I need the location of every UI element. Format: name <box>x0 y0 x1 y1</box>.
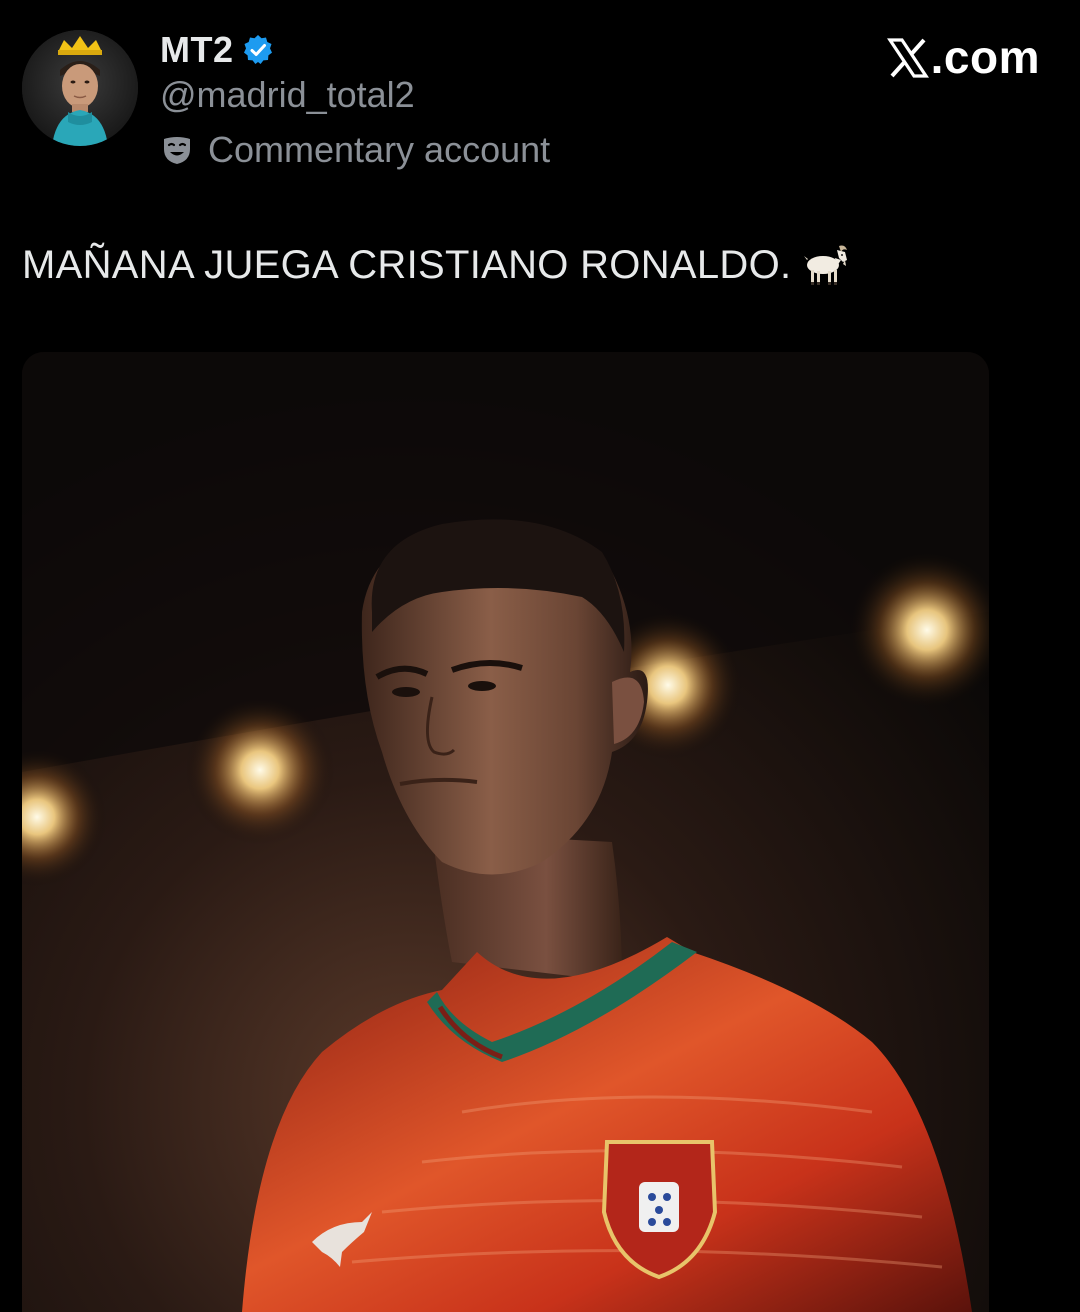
account-label-text: Commentary account <box>208 129 551 170</box>
tweet-text: MAÑANA JUEGA CRISTIANO RONALDO. <box>22 242 792 287</box>
author-name-row[interactable]: MT2 <box>160 28 274 72</box>
author-handle[interactable]: @madrid_total2 <box>160 74 415 116</box>
tweet-body: MAÑANA JUEGA CRISTIANO RONALDO. <box>22 240 851 290</box>
verified-badge-icon <box>242 34 274 66</box>
display-name[interactable]: MT2 <box>160 29 234 71</box>
tweet-header: MT2 @madrid_total2 Commentary account .c… <box>0 0 1080 200</box>
x-logo-icon <box>886 36 929 78</box>
tweet-media-image[interactable] <box>22 352 989 1312</box>
brand-text: .com <box>930 31 1040 83</box>
brand-watermark: .com <box>886 30 1040 84</box>
avatar-photo-icon <box>22 30 138 146</box>
player-photo-icon <box>22 352 989 1312</box>
commentary-mask-icon <box>160 133 194 167</box>
goat-icon <box>801 240 851 290</box>
account-label: Commentary account <box>160 126 550 174</box>
avatar[interactable] <box>22 30 138 146</box>
